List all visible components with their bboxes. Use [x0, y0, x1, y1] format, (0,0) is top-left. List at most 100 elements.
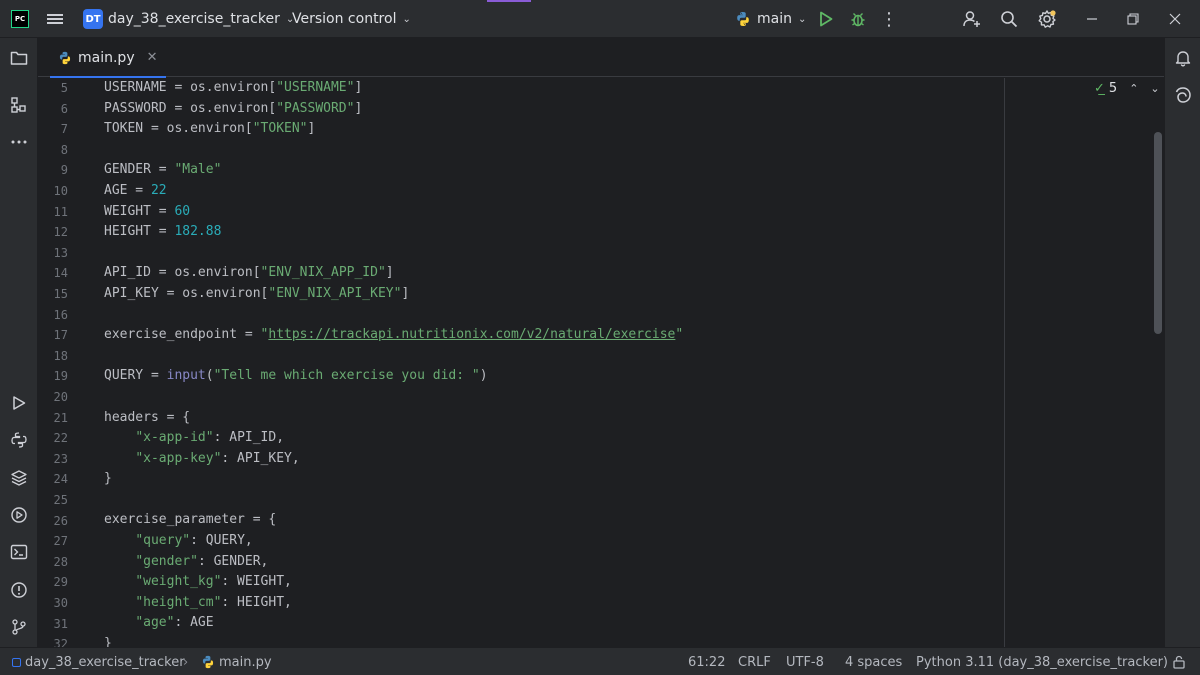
close-window-button[interactable] [1168, 0, 1182, 38]
breadcrumb-project[interactable]: day_38_exercise_tracker [25, 648, 185, 675]
code-line[interactable]: PASSWORD = os.environ["PASSWORD"] [104, 99, 683, 120]
more-tools-button[interactable] [9, 132, 29, 152]
line-number[interactable]: 22 [38, 428, 100, 449]
git-tool-button[interactable] [9, 617, 29, 637]
line-number[interactable]: 29 [38, 572, 100, 593]
line-number[interactable]: 24 [38, 469, 100, 490]
minimize-button[interactable] [1085, 0, 1099, 38]
notifications-button[interactable] [1173, 48, 1193, 68]
chevron-down-icon[interactable]: ⌄ [1150, 82, 1159, 95]
code-line[interactable] [104, 490, 683, 511]
close-tab-icon[interactable]: ✕ [147, 50, 158, 65]
code-line[interactable]: HEIGHT = 182.88 [104, 222, 683, 243]
code-line[interactable]: headers = { [104, 408, 683, 429]
code-line[interactable]: exercise_parameter = { [104, 510, 683, 531]
line-number[interactable]: 15 [38, 284, 100, 305]
line-separator[interactable]: CRLF [738, 648, 771, 675]
line-number[interactable]: 23 [38, 449, 100, 470]
line-number[interactable]: 5 [38, 78, 100, 99]
line-number[interactable]: 8 [38, 140, 100, 161]
line-number[interactable]: 32 [38, 634, 100, 647]
code-line[interactable]: "query": QUERY, [104, 531, 683, 552]
code-area[interactable]: USERNAME = os.environ["USERNAME"] PASSWOR… [104, 78, 683, 647]
python-console-button[interactable] [9, 430, 29, 450]
code-line[interactable] [104, 346, 683, 367]
code-line[interactable] [104, 140, 683, 161]
chevron-up-icon[interactable]: ⌃ [1129, 82, 1138, 95]
line-number[interactable]: 14 [38, 263, 100, 284]
file-encoding[interactable]: UTF-8 [786, 648, 824, 675]
line-number[interactable]: 21 [38, 408, 100, 429]
problems-tool-button[interactable] [9, 580, 29, 600]
code-line[interactable]: exercise_endpoint = "https://trackapi.nu… [104, 325, 683, 346]
run-button[interactable] [818, 0, 834, 38]
line-number[interactable]: 7 [38, 119, 100, 140]
caret-position[interactable]: 61:22 [688, 648, 725, 675]
debug-button[interactable] [849, 0, 867, 38]
code-editor[interactable]: 5 6 7 8 9 10 11 12 13 14 15 16 17 18 19 20 21 22 23 24 25 26 2… [38, 78, 1164, 647]
code-line[interactable]: GENDER = "Male" [104, 160, 683, 181]
line-number[interactable]: 28 [38, 552, 100, 573]
code-line[interactable]: "x-app-id": API_ID, [104, 428, 683, 449]
inspections-widget[interactable]: ✓̲ 5 ⌃ ⌄ [1094, 81, 1160, 96]
more-actions-button[interactable]: ⋮ [880, 0, 898, 38]
line-number[interactable]: 9 [38, 160, 100, 181]
code-line[interactable]: API_ID = os.environ["ENV_NIX_APP_ID"] [104, 263, 683, 284]
line-number[interactable]: 25 [38, 490, 100, 511]
code-line[interactable]: TOKEN = os.environ["TOKEN"] [104, 119, 683, 140]
tab-main-py[interactable]: main.py ✕ [50, 38, 166, 78]
project-tool-button[interactable] [9, 48, 29, 68]
line-number[interactable]: 19 [38, 366, 100, 387]
code-line[interactable]: USERNAME = os.environ["USERNAME"] [104, 78, 683, 99]
main-menu-button[interactable] [44, 0, 66, 38]
project-badge[interactable]: DT [83, 9, 103, 29]
ai-assistant-button[interactable] [1173, 85, 1193, 105]
restore-button[interactable] [1126, 0, 1140, 38]
indent-settings[interactable]: 4 spaces [845, 648, 902, 675]
line-number[interactable]: 27 [38, 531, 100, 552]
version-control-menu[interactable]: Version control ⌄ [292, 0, 411, 38]
code-line[interactable] [104, 387, 683, 408]
python-interpreter[interactable]: Python 3.11 (day_38_exercise_tracker) [916, 648, 1168, 675]
line-number[interactable]: 13 [38, 243, 100, 264]
code-line[interactable]: "weight_kg": WEIGHT, [104, 572, 683, 593]
structure-tool-button[interactable] [9, 95, 29, 115]
pycharm-logo-icon[interactable]: PC [11, 10, 29, 28]
breadcrumb-file[interactable]: main.py [219, 648, 272, 675]
code-line[interactable]: API_KEY = os.environ["ENV_NIX_API_KEY"] [104, 284, 683, 305]
line-number[interactable]: 26 [38, 511, 100, 532]
code-line[interactable]: } [104, 634, 683, 647]
code-line[interactable]: } [104, 469, 683, 490]
line-number[interactable]: 10 [38, 181, 100, 202]
code-with-me-button[interactable] [962, 0, 982, 38]
code-line[interactable]: WEIGHT = 60 [104, 202, 683, 223]
code-line[interactable]: "gender": GENDER, [104, 552, 683, 573]
line-number[interactable]: 6 [38, 99, 100, 120]
line-number[interactable]: 20 [38, 387, 100, 408]
code-line[interactable] [104, 243, 683, 264]
line-number[interactable]: 11 [38, 202, 100, 223]
code-line[interactable]: "x-app-key": API_KEY, [104, 449, 683, 470]
minimize-icon [1087, 18, 1097, 20]
search-everywhere-button[interactable] [999, 0, 1019, 38]
project-selector[interactable]: day_38_exercise_tracker ⌄ [108, 0, 294, 38]
python-packages-button[interactable] [9, 468, 29, 488]
line-number[interactable]: 31 [38, 614, 100, 635]
line-number[interactable]: 18 [38, 346, 100, 367]
run-config-selector[interactable]: main ⌄ [735, 0, 806, 38]
line-number[interactable]: 12 [38, 222, 100, 243]
code-line[interactable] [104, 305, 683, 326]
vertical-scrollbar[interactable] [1154, 132, 1162, 334]
code-line[interactable]: "age": AGE [104, 613, 683, 634]
line-number[interactable]: 16 [38, 305, 100, 326]
code-line[interactable]: "height_cm": HEIGHT, [104, 593, 683, 614]
settings-button[interactable] [1037, 0, 1057, 38]
line-number[interactable]: 30 [38, 593, 100, 614]
terminal-tool-button[interactable] [9, 542, 29, 562]
code-line[interactable]: QUERY = input("Tell me which exercise yo… [104, 366, 683, 387]
code-line[interactable]: AGE = 22 [104, 181, 683, 202]
file-lock-button[interactable] [1173, 648, 1185, 675]
line-number[interactable]: 17 [38, 325, 100, 346]
services-tool-button[interactable] [9, 505, 29, 525]
run-tool-button[interactable] [9, 393, 29, 413]
